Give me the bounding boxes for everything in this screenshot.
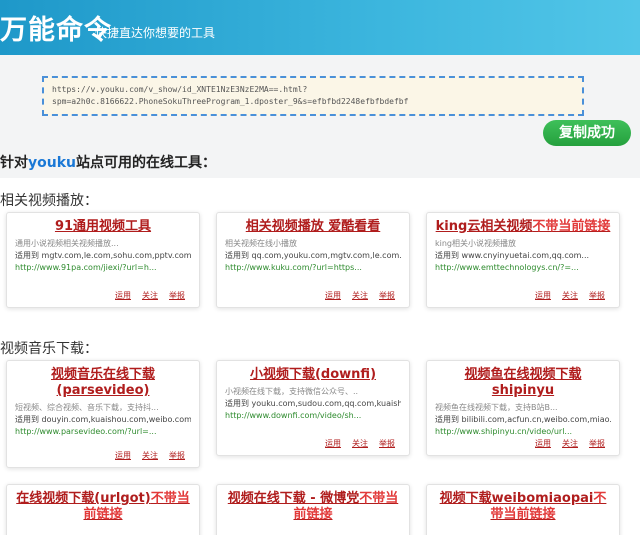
slogan: 快捷直达你想要的工具 xyxy=(95,26,216,40)
url-input[interactable]: https://v.youku.com/v_show/id_XNTE1NzE3N… xyxy=(42,76,584,116)
follow-link[interactable]: 关注 xyxy=(562,439,578,448)
use-link[interactable]: 运用 xyxy=(535,439,551,448)
use-link[interactable]: 运用 xyxy=(325,439,341,448)
tool-card[interactable]: 91通用视频工具 通用小说视频相关视频播放... 适用到 mgtv.com,le… xyxy=(6,212,200,308)
tools-panel: 相关视频播放： 91通用视频工具 通用小说视频相关视频播放... 适用到 mgt… xyxy=(0,178,640,535)
tool-actions: 运用 关注 举报 xyxy=(314,290,395,301)
tool-title[interactable]: 视频在线下载 - 微博党不带当前链接 xyxy=(225,491,401,523)
follow-link[interactable]: 关注 xyxy=(352,439,368,448)
tool-actions: 运用 关注 举报 xyxy=(104,290,185,301)
tool-card[interactable]: 在线视频下载(urlgot)不带当前链接 xyxy=(6,484,200,535)
tool-desc: 通用小说视频相关视频播放... xyxy=(15,239,119,248)
tool-title-text: 视频音乐在线下载(parsevideo) xyxy=(50,367,155,398)
tool-title-text: 小视频下载(downfi) xyxy=(249,367,377,382)
tool-desc: king相关小说视频播放 xyxy=(435,239,517,248)
tools-title-brand: youku xyxy=(28,155,76,171)
tool-card[interactable]: king云相关视频不带当前链接 king相关小说视频播放 适用到 www.cny… xyxy=(426,212,620,308)
tool-title-text: 91通用视频工具 xyxy=(54,219,152,234)
tool-title[interactable]: 视频下载weibomiaopai不带当前链接 xyxy=(435,491,611,523)
tool-card[interactable]: 视频音乐在线下载(parsevideo) 短视频、综合视频、音乐下载，支持抖..… xyxy=(6,360,200,468)
no-link-tag: 不带当前链接 xyxy=(532,219,611,234)
tool-title[interactable]: 视频音乐在线下载(parsevideo) xyxy=(15,367,191,399)
tool-sample: 适用到 douyin.com,kuaishou.com,weibo.com... xyxy=(15,415,191,424)
copy-button[interactable]: 复制成功 xyxy=(543,120,631,146)
tool-title-text: 视频在线下载 - 微博党 xyxy=(227,491,360,506)
tool-card[interactable]: 视频鱼在线视频下载shipinyu 视频鱼在线视频下载，支持B站B... 适用到… xyxy=(426,360,620,456)
use-link[interactable]: 运用 xyxy=(535,291,551,300)
header: 万能命令 快捷直达你想要的工具 xyxy=(0,0,640,55)
report-link[interactable]: 举报 xyxy=(379,439,395,448)
tool-actions: 运用 关注 举报 xyxy=(104,450,185,461)
tool-url[interactable]: http://www.shipinyu.cn/video/url... xyxy=(435,426,611,438)
tool-desc: 视频鱼在线视频下载，支持B站B... xyxy=(435,403,558,412)
report-link[interactable]: 举报 xyxy=(589,291,605,300)
tool-title-text: king云相关视频 xyxy=(435,219,533,234)
tools-title-prefix: 针对 xyxy=(0,155,28,171)
follow-link[interactable]: 关注 xyxy=(352,291,368,300)
use-link[interactable]: 运用 xyxy=(115,291,131,300)
tool-card[interactable]: 视频下载weibomiaopai不带当前链接 xyxy=(426,484,620,535)
tool-actions: 运用 关注 举报 xyxy=(524,438,605,449)
tool-sample: 适用到 youku.com,sudou.com,qq.com,kuaish... xyxy=(225,399,401,408)
tool-desc: 相关视频在线小播放 xyxy=(225,239,297,248)
tool-title-text: 视频下载weibomiaopai xyxy=(439,491,594,506)
tool-url[interactable]: http://www.downfi.com/video/sh... xyxy=(225,410,401,422)
tool-title[interactable]: 小视频下载(downfi) xyxy=(225,367,401,383)
tool-card[interactable]: 视频在线下载 - 微博党不带当前链接 xyxy=(216,484,410,535)
tools-title: 针对youku站点可用的在线工具： xyxy=(0,152,216,172)
follow-link[interactable]: 关注 xyxy=(142,451,158,460)
tool-sample: 适用到 mgtv.com,le.com,sohu.com,pptv.com... xyxy=(15,251,191,260)
follow-link[interactable]: 关注 xyxy=(562,291,578,300)
tool-title-text: 视频鱼在线视频下载shipinyu xyxy=(464,367,582,398)
report-link[interactable]: 举报 xyxy=(589,439,605,448)
report-link[interactable]: 举报 xyxy=(169,451,185,460)
tool-card[interactable]: 小视频下载(downfi) 小视频在线下载，支持微信公众号、.. 适用到 you… xyxy=(216,360,410,456)
tool-url[interactable]: http://www.kuku.com/?url=https... xyxy=(225,262,401,274)
tool-title[interactable]: 视频鱼在线视频下载shipinyu xyxy=(435,367,611,399)
tool-title[interactable]: 在线视频下载(urlgot)不带当前链接 xyxy=(15,491,191,523)
tool-url[interactable]: http://www.91pa.com/jiexi/?url=h... xyxy=(15,262,191,274)
tools-title-suffix: 站点可用的在线工具： xyxy=(76,155,216,171)
tool-actions: 运用 关注 举报 xyxy=(314,438,395,449)
tool-sample: 适用到 bilibili.com,acfun.cn,weibo.com,miao… xyxy=(435,415,611,424)
tool-title-text: 在线视频下载(urlgot) xyxy=(16,491,151,506)
tool-desc: 小视频在线下载，支持微信公众号、.. xyxy=(225,387,359,396)
tool-actions: 运用 关注 举报 xyxy=(524,290,605,301)
tool-url[interactable]: http://www.parsevideo.com/?url=... xyxy=(15,426,191,438)
use-link[interactable]: 运用 xyxy=(115,451,131,460)
tool-url[interactable]: http://www.emttechnologys.cn/?=... xyxy=(435,262,611,274)
report-link[interactable]: 举报 xyxy=(379,291,395,300)
report-link[interactable]: 举报 xyxy=(169,291,185,300)
tool-sample: 适用到 qq.com,youku.com,mgtv.com,le.com... xyxy=(225,251,401,260)
tool-title[interactable]: 相关视频播放 爱酷看看 xyxy=(225,219,401,235)
tool-sample: 适用到 www.cnyinyuetai.com,qq.com... xyxy=(435,251,590,260)
use-link[interactable]: 运用 xyxy=(325,291,341,300)
section-title: 相关视频播放： xyxy=(0,193,98,209)
tool-card[interactable]: 相关视频播放 爱酷看看 相关视频在线小播放 适用到 qq.com,youku.c… xyxy=(216,212,410,308)
section-title: 视频音乐下载： xyxy=(0,341,98,357)
tool-title[interactable]: 91通用视频工具 xyxy=(15,219,191,235)
tool-title-text: 相关视频播放 爱酷看看 xyxy=(245,219,381,234)
tool-title[interactable]: king云相关视频不带当前链接 xyxy=(435,219,611,235)
follow-link[interactable]: 关注 xyxy=(142,291,158,300)
tool-desc: 短视频、综合视频、音乐下载，支持抖... xyxy=(15,403,159,412)
